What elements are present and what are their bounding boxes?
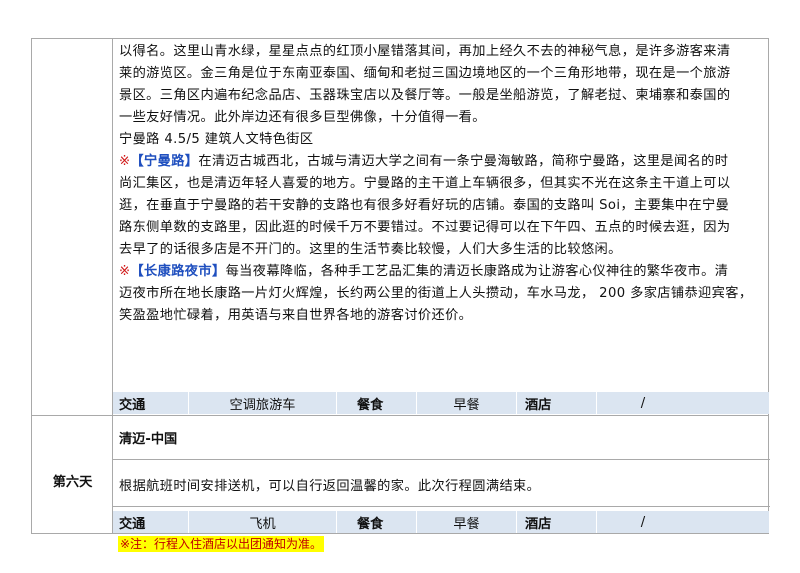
text-line: 去早了的话很多店是不开门的。这里的生活节奏比较慢，人们大多生活的比较悠闲。 xyxy=(119,242,622,257)
hotel-label: 酒店 xyxy=(517,511,597,533)
nimman-title: 【宁曼路】 xyxy=(130,154,199,169)
hotel-label: 酒店 xyxy=(517,392,597,414)
text-line: 一些友好情况。此外岸边还有很多巨型佛像，十分值得一看。 xyxy=(119,110,486,125)
hotel-value: / xyxy=(640,395,646,411)
info-row-day5: 交通 空调旅游车 餐食 早餐 酒店 / xyxy=(113,392,769,414)
rating-line: 宁曼路 4.5/5 建筑人文特色街区 xyxy=(119,132,314,147)
text-line: 莱的游览区。金三角是位于东南亚泰国、缅甸和老挝三国边境地区的一个三角形地带，现在… xyxy=(119,66,731,81)
transport-label: 交通 xyxy=(113,392,189,414)
meal-label: 餐食 xyxy=(337,392,417,414)
divider xyxy=(113,506,770,507)
divider xyxy=(32,415,768,416)
text-line: 景区。三角区内遍布纪念品店、玉器珠宝店以及餐厅等。一般是坐船游览，了解老挝、柬埔… xyxy=(119,88,731,103)
footnote: ※注：行程入住酒店以出团通知为准。 xyxy=(118,536,325,552)
text-line: 路东侧单数的支路里，因此逛的时候千万不要错过。不过要记得可以在下午四、五点的时候… xyxy=(119,220,731,235)
hotel-value: / xyxy=(640,514,646,530)
meal-value: 早餐 xyxy=(417,511,517,533)
meal-label: 餐食 xyxy=(337,511,417,533)
meal-value: 早餐 xyxy=(417,392,517,414)
day6-text: 根据航班时间安排送机，可以自行返回温馨的家。此次行程圆满结束。 xyxy=(119,479,541,494)
note-mark: ※ xyxy=(119,154,131,169)
day-column xyxy=(32,39,113,533)
transport-label: 交通 xyxy=(113,511,189,533)
itinerary-table: 以得名。这里山青水绿，星星点点的红顶小屋错落其间，再加上经久不去的神秘气息，是许… xyxy=(31,38,770,534)
text-line: 迈夜市所在地长康路一片灯火辉煌，长约两公里的街道上人头攒动，车水马龙， 200 … xyxy=(119,286,753,301)
info-row-day6: 交通 飞机 餐食 早餐 酒店 / xyxy=(113,511,769,533)
market-first-line: ※【长康路夜市】每当夜幕降临，各种手工艺品汇集的清迈长康路成为让游客心仪神往的繁… xyxy=(119,261,767,283)
market-title: 【长康路夜市】 xyxy=(130,264,226,279)
note-mark: ※ xyxy=(119,264,131,279)
text-line: 笑盈盈地忙碌着，用英语与来自世界各地的游客讨价还价。 xyxy=(119,308,473,323)
text-line: 逛，在垂直于宁曼路的若干安静的支路也有很多好看好玩的店铺。泰国的支路叫 Soi，… xyxy=(119,198,730,213)
golden-triangle-paragraph: 以得名。这里山青水绿，星星点点的红顶小屋错落其间，再加上经久不去的神秘气息，是许… xyxy=(119,41,767,327)
transport-value: 空调旅游车 xyxy=(189,392,337,414)
transport-value: 飞机 xyxy=(189,511,337,533)
nimman-text: 在清迈古城西北，古城与清迈大学之间有一条宁曼海敏路，简称宁曼路，这里是闻名的时 xyxy=(198,154,729,169)
nimman-first-line: ※【宁曼路】在清迈古城西北，古城与清迈大学之间有一条宁曼海敏路，简称宁曼路，这里… xyxy=(119,151,767,173)
text-line: 尚汇集区，也是清迈年轻人喜爱的地方。宁曼路的主干道上车辆很多，但其实不光在这条主… xyxy=(119,176,731,191)
day6-label: 第六天 xyxy=(52,475,93,490)
day6-title: 清迈-中国 xyxy=(119,432,178,447)
divider xyxy=(113,459,770,460)
market-text: 每当夜幕降临，各种手工艺品汇集的清迈长康路成为让游客心仪神往的繁华夜市。清 xyxy=(225,264,729,279)
text-line: 以得名。这里山青水绿，星星点点的红顶小屋错落其间，再加上经久不去的神秘气息，是许… xyxy=(119,44,731,59)
